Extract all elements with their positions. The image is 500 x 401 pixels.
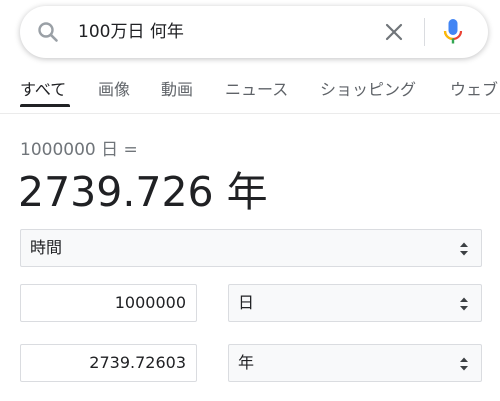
tab-all[interactable]: すべて	[20, 80, 66, 100]
updown-arrows-icon	[460, 242, 468, 256]
close-icon[interactable]	[382, 20, 406, 44]
search-bar[interactable]: 100万日 何年	[20, 6, 488, 58]
unit-category-select[interactable]: 時間	[20, 229, 482, 267]
microphone-icon[interactable]	[442, 18, 464, 46]
search-icon	[38, 22, 58, 42]
updown-arrows-icon	[460, 297, 468, 311]
from-value-input[interactable]: 1000000	[20, 284, 197, 322]
from-unit-select[interactable]: 日	[228, 284, 482, 322]
to-value-input[interactable]: 2739.72603	[20, 344, 197, 382]
active-tab-indicator	[20, 104, 70, 107]
tab-shopping[interactable]: ショッピング	[320, 80, 416, 100]
tab-images[interactable]: 画像	[98, 80, 130, 100]
search-divider	[424, 18, 425, 46]
search-query[interactable]: 100万日 何年	[78, 20, 184, 44]
tab-web[interactable]: ウェブ	[450, 80, 498, 100]
search-tabs: すべて 画像 動画 ニュース ショッピング ウェブ	[0, 70, 500, 110]
conversion-expression: 1000000 日 =	[20, 140, 138, 160]
tab-videos[interactable]: 動画	[161, 80, 193, 100]
to-unit-label: 年	[238, 353, 255, 372]
unit-category-label: 時間	[30, 238, 63, 257]
updown-arrows-icon	[460, 357, 468, 371]
conversion-result: 2739.726 年	[18, 168, 268, 216]
tabs-divider	[0, 113, 500, 114]
tab-news[interactable]: ニュース	[225, 80, 288, 100]
to-unit-select[interactable]: 年	[228, 344, 482, 382]
from-unit-label: 日	[238, 293, 255, 312]
